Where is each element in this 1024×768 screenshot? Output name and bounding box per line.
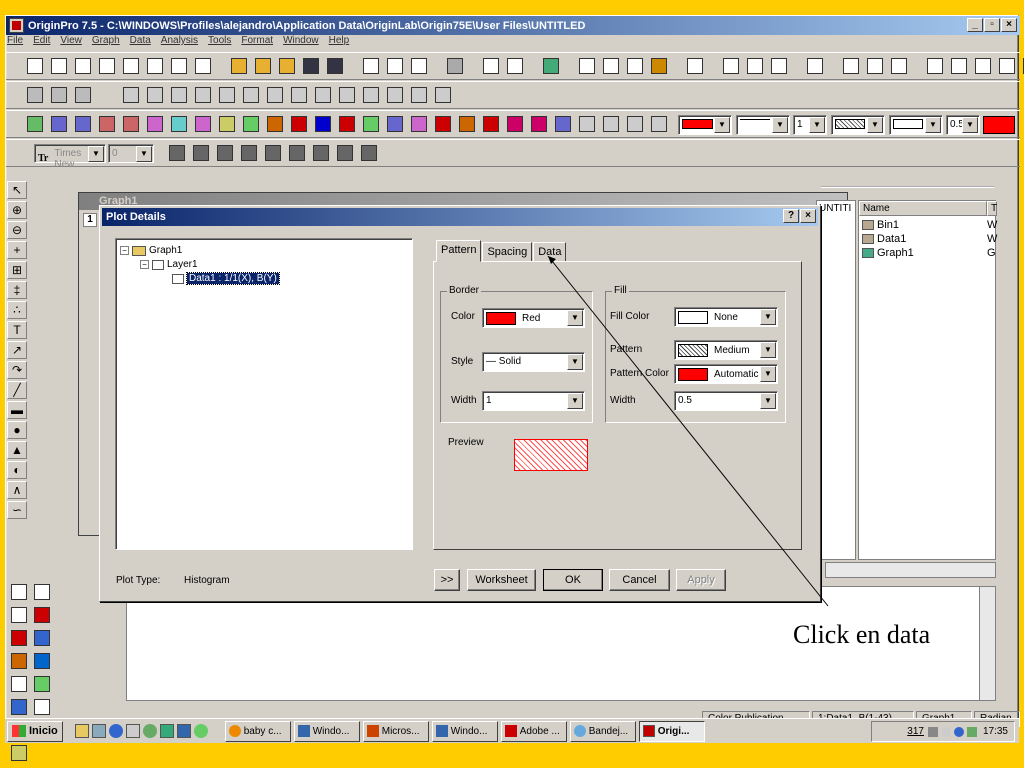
annotation-text: Click en data: [793, 620, 931, 649]
tab-pattern[interactable]: Pattern: [436, 240, 482, 262]
annotation-arrow: [547, 255, 829, 607]
